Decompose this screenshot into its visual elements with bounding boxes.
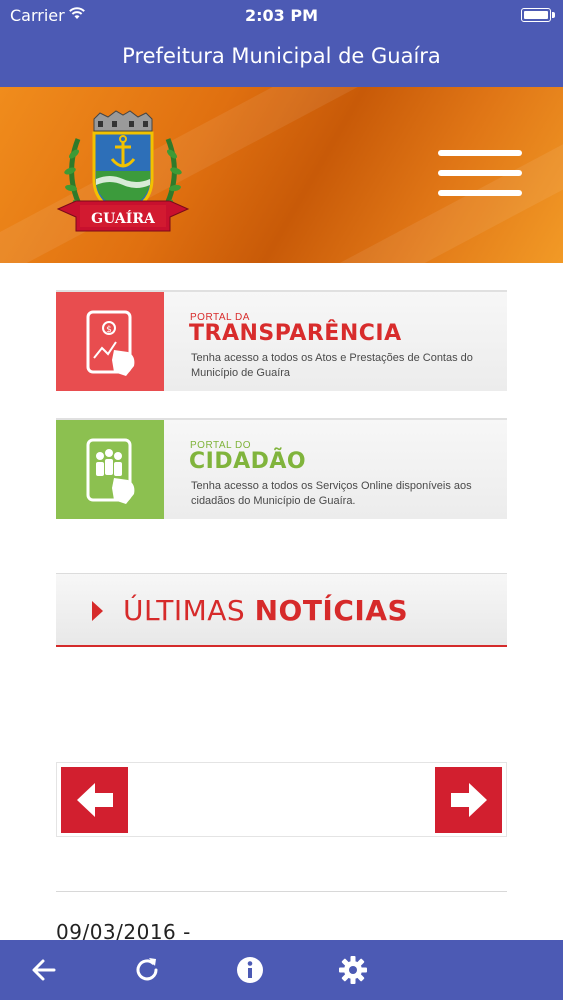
portal-transparencia-card[interactable]: $ PORTAL DA TRANSPARÊNCIA Tenha acesso a… xyxy=(56,290,507,391)
news-section-header: ÚLTIMAS NOTÍCIAS xyxy=(56,573,507,647)
battery-icon xyxy=(521,8,555,22)
page-title: Prefeitura Municipal de Guaíra xyxy=(122,44,441,68)
refresh-icon[interactable] xyxy=(131,954,163,986)
hero-banner: GUAÍRA xyxy=(0,87,563,263)
hamburger-menu-icon[interactable] xyxy=(438,150,522,198)
arrow-right-icon xyxy=(451,783,487,817)
status-bar: Carrier 2:03 PM xyxy=(0,0,563,30)
citizen-tablet-icon xyxy=(86,438,135,504)
caret-right-icon xyxy=(92,601,103,621)
news-section-title: ÚLTIMAS NOTÍCIAS xyxy=(123,594,408,627)
crest-label: GUAÍRA xyxy=(91,209,156,227)
portal-description: Tenha acesso a todos os Serviços Online … xyxy=(191,480,472,507)
portal-cidadao-card[interactable]: PORTAL DO CIDADÃO Tenha acesso a todos o… xyxy=(56,418,507,519)
portal-transparencia-icon-box: $ xyxy=(56,292,164,391)
info-icon[interactable] xyxy=(234,954,266,986)
back-arrow-icon[interactable] xyxy=(28,954,60,986)
portal-description: Tenha acesso a todos os Atos e Prestaçõe… xyxy=(191,352,473,379)
svg-text:$: $ xyxy=(106,325,112,335)
news-title-bold: NOTÍCIAS xyxy=(254,594,409,627)
settings-gear-icon[interactable] xyxy=(337,954,369,986)
carousel-next-button[interactable] xyxy=(435,767,502,833)
news-carousel xyxy=(56,762,507,837)
divider xyxy=(56,891,507,892)
clock: 2:03 PM xyxy=(244,6,318,25)
portal-name: TRANSPARÊNCIA xyxy=(189,321,402,346)
carousel-prev-button[interactable] xyxy=(61,767,128,833)
arrow-left-icon xyxy=(77,783,113,817)
navigation-bar: Prefeitura Municipal de Guaíra xyxy=(0,30,563,87)
bottom-toolbar xyxy=(0,940,563,1000)
city-crest-logo: GUAÍRA xyxy=(56,110,190,232)
transparency-tablet-icon: $ xyxy=(86,310,135,376)
news-title-light: ÚLTIMAS xyxy=(123,594,255,627)
portal-name: CIDADÃO xyxy=(189,449,307,474)
portal-cidadao-icon-box xyxy=(56,420,164,519)
